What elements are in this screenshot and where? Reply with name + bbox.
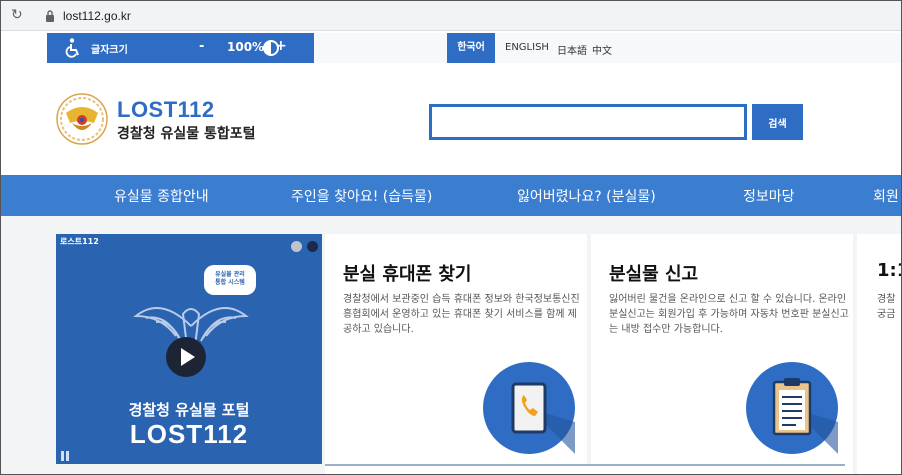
- video-title-line-2: LOST112: [129, 419, 249, 449]
- card-title: 분실 휴대폰 찾기: [343, 264, 472, 285]
- nav-item-guide[interactable]: 유실물 종합안내: [114, 186, 209, 206]
- lock-icon: [46, 10, 54, 22]
- address-bar-url[interactable]: lost112.go.kr: [63, 9, 131, 23]
- card-title: 1:1: [877, 260, 901, 281]
- logo-title[interactable]: LOST112: [117, 97, 215, 123]
- nav-item-lost[interactable]: 잃어버렸나요? (분실물): [517, 186, 656, 206]
- card-lost-report[interactable]: 분실물 신고 잃어버린 물건을 온라인으로 신고 할 수 있습니다. 온라인 분…: [591, 234, 853, 474]
- card-one-to-one[interactable]: 1:1 경찰 궁금: [857, 234, 901, 474]
- card-title: 분실물 신고: [609, 264, 699, 285]
- bubble-line-1: 유실물 관리: [215, 271, 245, 278]
- lang-chinese[interactable]: 中文: [592, 42, 612, 57]
- font-size-label: 글자크기: [91, 45, 128, 56]
- police-emblem-logo[interactable]: [56, 93, 108, 145]
- nav-item-member[interactable]: 회원: [873, 186, 899, 206]
- card-description: 경찰 궁금: [877, 294, 896, 320]
- reload-icon[interactable]: ↻: [11, 7, 23, 23]
- card-phone-search[interactable]: 분실 휴대폰 찾기 경찰청에서 보관중인 습득 휴대폰 정보와 한국정보통신진흥…: [325, 234, 587, 474]
- contrast-icon[interactable]: [263, 40, 279, 56]
- clipboard-icon: [772, 378, 838, 454]
- lang-english[interactable]: ENGLISH: [505, 42, 549, 53]
- font-decrease-button[interactable]: -: [199, 39, 204, 54]
- icon-circle: [483, 362, 575, 454]
- video-label: 로스트112: [60, 237, 99, 246]
- page: ↻ lost112.go.kr 글자크기 - 100% + 한국어 ENGLIS…: [0, 0, 902, 475]
- font-zoom-value: 100%: [227, 40, 265, 54]
- search-button[interactable]: 검색: [752, 104, 803, 140]
- play-icon[interactable]: [166, 337, 206, 377]
- search-input[interactable]: [429, 104, 747, 140]
- nav-item-info[interactable]: 정보마당: [743, 186, 795, 206]
- card-bottom-border: [325, 464, 845, 474]
- pause-icon[interactable]: [60, 447, 70, 461]
- lang-japanese[interactable]: 日本語: [557, 42, 587, 57]
- logo-subtitle: 경찰청 유실물 통합포털: [117, 126, 256, 142]
- speech-bubble: 유실물 관리 통합 시스템: [204, 265, 256, 295]
- bubble-line-2: 통합 시스템: [215, 279, 245, 286]
- nav-item-found[interactable]: 주인을 찾아요! (습득물): [291, 186, 432, 206]
- main-nav: 유실물 종합안내 주인을 찾아요! (습득물) 잃어버렸나요? (분실물) 정보…: [1, 175, 901, 216]
- lang-korean[interactable]: 한국어: [447, 33, 495, 63]
- phone-icon: [511, 382, 575, 454]
- card-description: 경찰청에서 보관중인 습득 휴대폰 정보와 한국정보통신진흥협회에서 운영하고 …: [343, 294, 580, 335]
- browser-bar: ↻ lost112.go.kr: [1, 1, 901, 31]
- card-description: 잃어버린 물건을 온라인으로 신고 할 수 있습니다. 온라인 분실신고는 회원…: [609, 294, 849, 335]
- wheelchair-icon: [65, 38, 79, 58]
- slider-dot-active[interactable]: [307, 241, 318, 252]
- icon-circle: [746, 362, 838, 454]
- video-title-line-1: 경찰청 유실물 포털: [128, 401, 250, 419]
- slider-dot-inactive[interactable]: [291, 241, 302, 252]
